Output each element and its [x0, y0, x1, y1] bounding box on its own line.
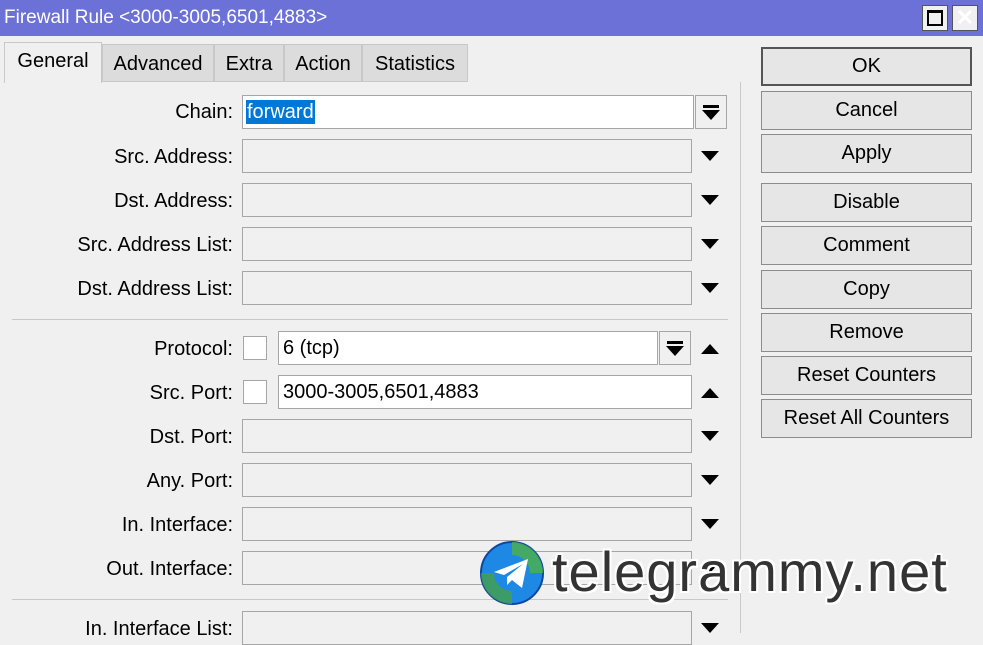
src-address-list-expand-icon[interactable]: [701, 239, 719, 249]
chevron-down-icon: [702, 110, 720, 120]
maximize-icon: [927, 10, 943, 26]
in-interface-field[interactable]: [242, 507, 692, 541]
remove-button[interactable]: Remove: [761, 313, 972, 352]
src-address-list-field[interactable]: [242, 227, 692, 261]
src-port-label: Src. Port:: [149, 382, 233, 404]
in-interface-list-expand-icon[interactable]: [701, 623, 719, 633]
dst-address-list-label: Dst. Address List:: [77, 278, 233, 300]
tab-action[interactable]: Action: [284, 44, 362, 81]
chain-value: forward: [246, 100, 315, 124]
protocol-collapse-icon[interactable]: [701, 344, 719, 354]
chain-label: Chain:: [175, 101, 233, 123]
any-port-label: Any. Port:: [146, 470, 233, 492]
any-port-expand-icon[interactable]: [701, 475, 719, 485]
src-port-collapse-icon[interactable]: [701, 388, 719, 398]
protocol-value: 6 (tcp): [283, 337, 340, 359]
window-title: Firewall Rule <3000-3005,6501,4883>: [4, 7, 328, 28]
close-button[interactable]: ✕: [952, 5, 978, 31]
dst-port-expand-icon[interactable]: [701, 431, 719, 441]
apply-button[interactable]: Apply: [761, 134, 972, 173]
src-address-list-label: Src. Address List:: [77, 234, 233, 256]
dst-address-list-expand-icon[interactable]: [701, 283, 719, 293]
dst-address-list-field[interactable]: [242, 271, 692, 305]
tab-advanced[interactable]: Advanced: [102, 44, 214, 81]
protocol-field[interactable]: 6 (tcp): [278, 331, 658, 365]
copy-button[interactable]: Copy: [761, 270, 972, 309]
disable-button[interactable]: Disable: [761, 183, 972, 222]
section-divider: [12, 319, 728, 320]
close-icon: ✕: [955, 5, 975, 30]
protocol-label: Protocol:: [154, 338, 233, 360]
maximize-button[interactable]: [922, 5, 948, 31]
reset-counters-button[interactable]: Reset Counters: [761, 356, 972, 395]
dst-address-label: Dst. Address:: [114, 190, 233, 212]
chevron-down-icon: [666, 346, 684, 356]
src-address-expand-icon[interactable]: [701, 151, 719, 161]
src-address-field[interactable]: [242, 139, 692, 173]
any-port-field[interactable]: [242, 463, 692, 497]
in-interface-list-label: In. Interface List:: [85, 618, 233, 640]
chain-field[interactable]: forward: [242, 95, 694, 129]
comment-button[interactable]: Comment: [761, 226, 972, 265]
protocol-negate-checkbox[interactable]: [243, 336, 267, 360]
in-interface-expand-icon[interactable]: [701, 519, 719, 529]
dst-port-field[interactable]: [242, 419, 692, 453]
reset-all-counters-button[interactable]: Reset All Counters: [761, 399, 972, 438]
tab-strip-border: [102, 81, 468, 82]
src-port-value: 3000-3005,6501,4883: [283, 381, 479, 403]
ok-button[interactable]: OK: [761, 47, 972, 86]
tab-extra[interactable]: Extra: [214, 44, 284, 81]
dropdown-bar-icon: [667, 341, 683, 344]
watermark-text: telegrammy.net: [552, 540, 948, 603]
dst-address-field[interactable]: [242, 183, 692, 217]
src-address-label: Src. Address:: [114, 146, 233, 168]
cancel-button[interactable]: Cancel: [761, 91, 972, 130]
tab-general[interactable]: General: [4, 42, 102, 83]
telegram-logo-icon: [480, 541, 544, 605]
src-port-negate-checkbox[interactable]: [243, 380, 267, 404]
tab-statistics[interactable]: Statistics: [362, 44, 468, 81]
out-interface-label: Out. Interface:: [106, 558, 233, 580]
dropdown-bar-icon: [703, 105, 719, 108]
dst-address-expand-icon[interactable]: [701, 195, 719, 205]
title-bar[interactable]: Firewall Rule <3000-3005,6501,4883> ✕: [0, 0, 983, 36]
in-interface-label: In. Interface:: [121, 514, 233, 536]
chain-dropdown-button[interactable]: [695, 95, 727, 129]
src-port-field[interactable]: 3000-3005,6501,4883: [278, 375, 692, 409]
in-interface-list-field[interactable]: [242, 611, 692, 645]
dst-port-label: Dst. Port:: [149, 426, 233, 448]
protocol-dropdown-button[interactable]: [659, 331, 691, 365]
